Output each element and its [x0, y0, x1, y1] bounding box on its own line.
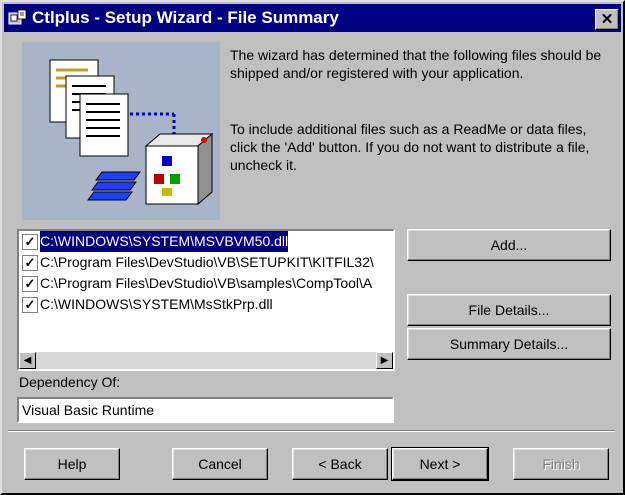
description-instructions: To include additional files such as a Re…	[230, 121, 590, 173]
scroll-left-arrow-icon[interactable]: ◀	[19, 352, 36, 369]
back-button-label: < Back	[318, 456, 362, 472]
horizontal-scrollbar[interactable]: ◀ ▶	[19, 352, 393, 369]
back-button[interactable]: < Back	[292, 448, 388, 480]
file-row[interactable]: ✓ C:\WINDOWS\SYSTEM\MSVBVM50.dll	[19, 231, 393, 253]
file-checkbox[interactable]: ✓	[22, 234, 38, 250]
wizard-illustration	[22, 42, 220, 220]
description-intro: The wizard has determined that the follo…	[230, 47, 602, 81]
file-checkbox[interactable]: ✓	[22, 276, 38, 292]
next-button-label: Next >	[419, 456, 461, 472]
title-bar[interactable]: Ctlplus - Setup Wizard - File Summary ✕	[4, 4, 621, 32]
file-details-button[interactable]: File Details...	[407, 294, 611, 326]
close-button[interactable]: ✕	[595, 9, 619, 30]
setup-wizard-window: Ctlplus - Setup Wizard - File Summary ✕	[0, 0, 625, 495]
window-title: Ctlplus - Setup Wizard - File Summary	[32, 8, 339, 27]
setup-app-icon	[8, 9, 27, 25]
file-checkbox[interactable]: ✓	[22, 255, 38, 271]
summary-details-button[interactable]: Summary Details...	[407, 328, 611, 360]
cancel-button-label: Cancel	[198, 456, 242, 472]
add-button[interactable]: Add...	[407, 229, 611, 261]
setup-box-icon	[144, 132, 214, 206]
finish-button[interactable]: Finish	[513, 448, 609, 480]
finish-button-label: Finish	[542, 456, 580, 472]
file-row[interactable]: ✓ C:\WINDOWS\SYSTEM\MsStkPrp.dll	[19, 294, 393, 315]
help-button[interactable]: Help	[24, 448, 120, 480]
file-list[interactable]: ✓ C:\WINDOWS\SYSTEM\MSVBVM50.dll ✓ C:\Pr…	[17, 229, 395, 371]
file-path: C:\Program Files\DevStudio\VB\samples\Co…	[40, 275, 373, 291]
help-button-label: Help	[57, 456, 87, 472]
file-path: C:\WINDOWS\SYSTEM\MsStkPrp.dll	[40, 296, 273, 312]
file-path: C:\Program Files\DevStudio\VB\SETUPKIT\K…	[40, 254, 374, 270]
next-button[interactable]: Next >	[391, 447, 489, 481]
dependency-label: Dependency Of:	[19, 374, 121, 390]
close-icon: ✕	[600, 11, 614, 28]
file-path: C:\WINDOWS\SYSTEM\MSVBVM50.dll	[38, 231, 290, 253]
cancel-button[interactable]: Cancel	[172, 448, 268, 480]
summary-details-button-label: Summary Details...	[449, 336, 569, 352]
scroll-right-arrow-icon[interactable]: ▶	[376, 352, 393, 369]
add-button-label: Add...	[490, 237, 528, 253]
file-checkbox[interactable]: ✓	[22, 297, 38, 313]
footer-separator	[8, 430, 615, 432]
dependency-field: Visual Basic Runtime	[17, 397, 394, 423]
file-row[interactable]: ✓ C:\Program Files\DevStudio\VB\SETUPKIT…	[19, 252, 393, 273]
file-row[interactable]: ✓ C:\Program Files\DevStudio\VB\samples\…	[19, 273, 393, 294]
file-details-button-label: File Details...	[468, 302, 550, 318]
